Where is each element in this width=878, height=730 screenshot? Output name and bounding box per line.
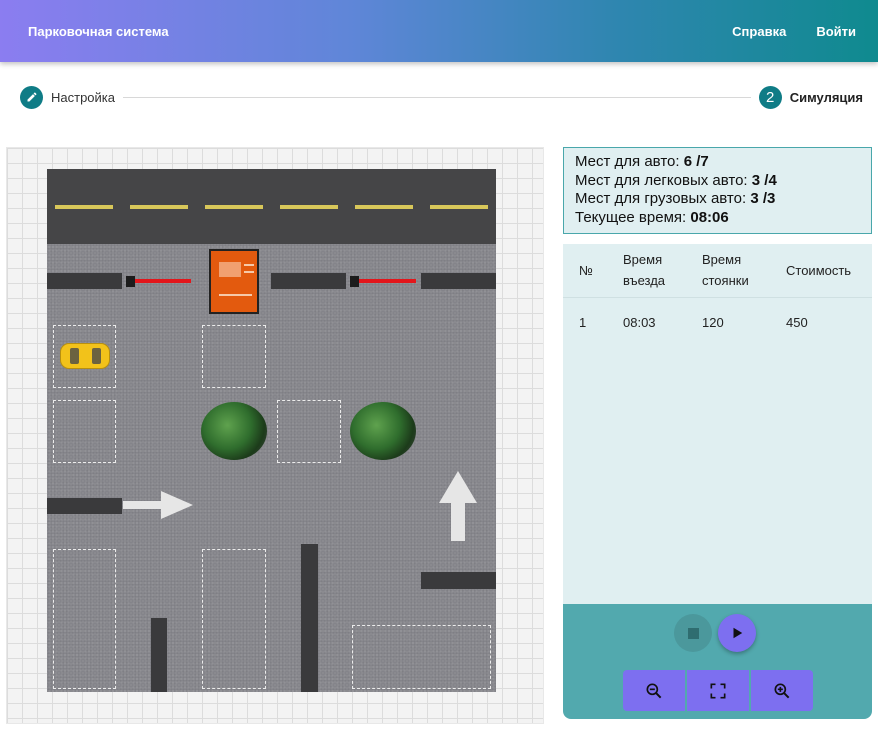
- wall: [301, 544, 318, 692]
- stat-total: Мест для авто: 6 /7: [575, 153, 860, 172]
- col-cost: Стоимость: [770, 244, 872, 298]
- stat-label: Текущее время:: [575, 208, 687, 226]
- stat-value: 3 /3: [750, 190, 776, 207]
- stat-trucks: Мест для грузовых авто: 3 /3: [575, 190, 860, 209]
- stat-label: Мест для легковых авто:: [575, 171, 748, 189]
- kiosk-screen: [219, 262, 241, 277]
- stat-time: Текущее время: 08:06: [575, 209, 860, 228]
- stop-button[interactable]: [674, 614, 712, 652]
- stats-panel: Мест для авто: 6 /7 Мест для легковых ав…: [563, 147, 872, 234]
- help-button[interactable]: Справка: [732, 24, 786, 39]
- stat-value: 6 /7: [683, 153, 709, 170]
- kiosk-line: [219, 294, 252, 296]
- stat-value: 08:06: [690, 208, 729, 226]
- arrow-up-icon: [439, 471, 477, 541]
- zoom-in-button[interactable]: [751, 670, 813, 711]
- step-simulation-label: Симуляция: [789, 89, 863, 105]
- stat-label: Мест для авто:: [575, 153, 680, 170]
- truck-spot[interactable]: [352, 625, 491, 689]
- kiosk-line: [244, 271, 254, 273]
- cell-entry-time: 08:03: [623, 314, 656, 330]
- stat-value: 3 /4: [751, 171, 777, 189]
- road-marking: [430, 205, 488, 209]
- arrow-right-icon: [123, 491, 193, 519]
- car-window: [70, 348, 79, 364]
- wall: [47, 498, 122, 514]
- step-settings[interactable]: Настройка: [20, 85, 115, 109]
- step-simulation[interactable]: 2 Симуляция: [758, 85, 863, 109]
- step-settings-label: Настройка: [51, 89, 115, 105]
- parking-spot[interactable]: [277, 400, 341, 463]
- road-marking: [130, 205, 188, 209]
- ticket-kiosk[interactable]: [209, 249, 259, 314]
- header-actions: Справка Войти: [732, 24, 856, 39]
- fullscreen-icon: [710, 683, 726, 698]
- stepper: Настройка 2 Симуляция: [20, 84, 863, 110]
- fit-view-button[interactable]: [687, 670, 749, 711]
- stop-icon: [687, 627, 699, 639]
- wall: [421, 572, 496, 589]
- table-row[interactable]: 1 08:03 120 450: [563, 297, 872, 347]
- zoom-out-button[interactable]: [623, 670, 685, 711]
- road-marking: [55, 205, 113, 209]
- table-header-row: № Время въезда Время стоянки Стоимость: [563, 244, 872, 298]
- parking-lot: [47, 169, 496, 692]
- wall: [421, 273, 496, 289]
- step-number: 2: [758, 85, 782, 109]
- parking-table: № Время въезда Время стоянки Стоимость 1…: [563, 244, 872, 347]
- cell-duration: 120: [702, 314, 724, 330]
- cell-number: 1: [579, 314, 587, 330]
- wall: [47, 273, 122, 289]
- parking-spot[interactable]: [53, 400, 116, 463]
- zoom-controls: [623, 670, 813, 711]
- parking-spot[interactable]: [202, 325, 266, 388]
- zoom-out-icon: [646, 683, 662, 698]
- simulation-controls: [563, 604, 872, 719]
- car-window: [92, 348, 101, 364]
- barrier-post: [126, 276, 135, 287]
- play-button[interactable]: [718, 614, 756, 652]
- bush-icon: [201, 402, 267, 460]
- bush-icon: [350, 402, 416, 460]
- barrier-post: [350, 276, 359, 287]
- road-marking: [205, 205, 263, 209]
- app-header: Парковочная система Справка Войти: [0, 0, 878, 62]
- pencil-icon: [20, 85, 43, 109]
- exit-barrier: [359, 279, 416, 283]
- road-marking: [355, 205, 413, 209]
- wall: [151, 618, 167, 692]
- parking-table-panel: № Время въезда Время стоянки Стоимость 1…: [563, 244, 872, 604]
- cell-cost: 450: [786, 314, 808, 330]
- truck-spot[interactable]: [53, 549, 116, 689]
- car-icon[interactable]: [60, 343, 110, 369]
- step-connector: [123, 96, 751, 98]
- col-duration: Время стоянки: [686, 244, 770, 298]
- road: [47, 169, 496, 244]
- road-marking: [280, 205, 338, 209]
- app-title: Парковочная система: [28, 23, 169, 39]
- wall: [271, 273, 346, 289]
- parking-canvas[interactable]: [6, 147, 544, 724]
- play-icon: [733, 627, 743, 639]
- stat-cars: Мест для легковых авто: 3 /4: [575, 172, 860, 191]
- col-entry-time: Время въезда: [607, 244, 686, 298]
- col-number: №: [563, 244, 607, 298]
- entry-barrier: [135, 279, 191, 283]
- zoom-in-icon: [774, 683, 790, 698]
- login-button[interactable]: Войти: [816, 24, 856, 39]
- kiosk-line: [244, 264, 254, 266]
- stat-label: Мест для грузовых авто:: [575, 190, 747, 207]
- truck-spot[interactable]: [202, 549, 266, 689]
